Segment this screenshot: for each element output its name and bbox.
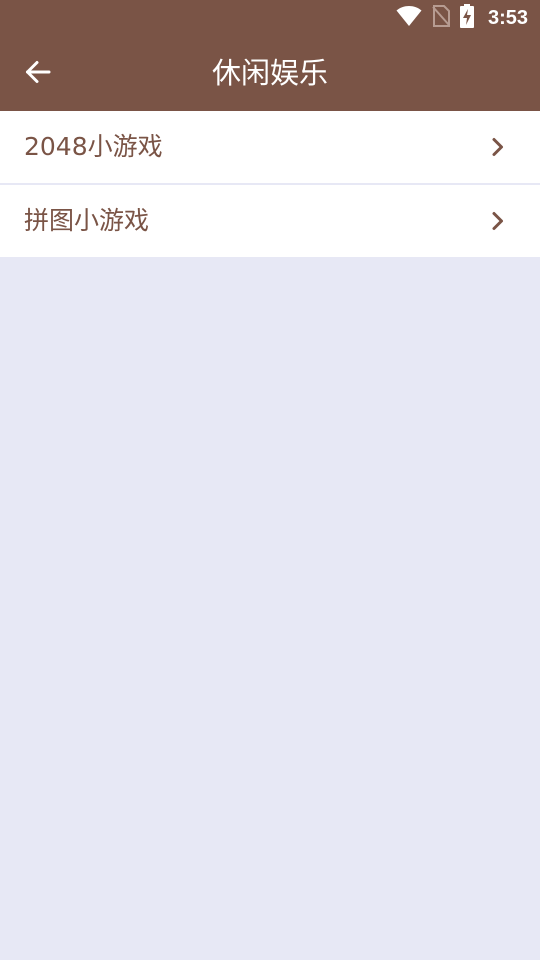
app-header: 3:53 休闲娱乐	[0, 0, 540, 111]
no-sim-icon	[432, 5, 450, 31]
wifi-icon	[396, 5, 422, 31]
back-button[interactable]	[16, 52, 60, 96]
menu-item-puzzle-game[interactable]: 拼图小游戏	[0, 185, 540, 257]
chevron-right-icon	[486, 209, 510, 233]
battery-charging-icon	[459, 4, 474, 32]
menu-item-label: 2048小游戏	[24, 132, 163, 161]
chevron-right-icon	[486, 135, 510, 159]
page-title: 休闲娱乐	[211, 56, 328, 90]
arrow-left-icon	[25, 60, 51, 88]
status-bar: 3:53	[0, 0, 540, 36]
screen: 3:53 休闲娱乐 2048小游戏 拼图小游戏	[0, 0, 540, 960]
toolbar: 休闲娱乐	[0, 36, 540, 111]
menu-list: 2048小游戏 拼图小游戏	[0, 111, 540, 257]
status-icons: 3:53	[396, 4, 528, 32]
menu-item-label: 拼图小游戏	[24, 206, 150, 235]
menu-item-2048-game[interactable]: 2048小游戏	[0, 111, 540, 183]
status-time: 3:53	[487, 6, 528, 29]
